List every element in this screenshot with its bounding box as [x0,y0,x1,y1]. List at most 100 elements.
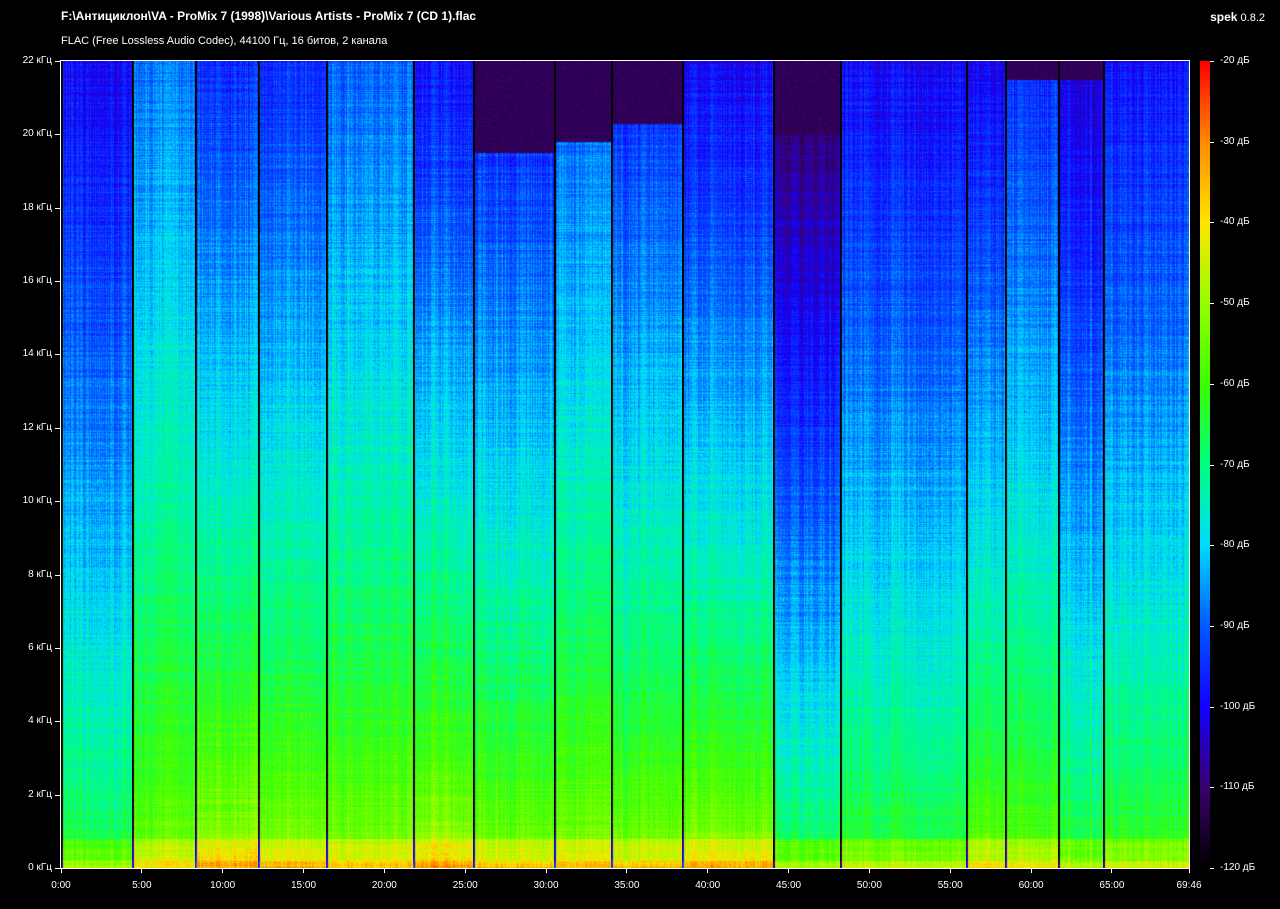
colorbar-tick-label: -40 дБ [1220,216,1250,228]
x-tick [60,868,62,873]
track-segment-11 [773,61,840,868]
y-tick [55,501,60,503]
colorbar-tick [1210,141,1214,143]
x-tick-label: 25:00 [452,880,478,891]
y-tick [55,868,60,869]
track-segment-6 [413,61,473,868]
app-version: 0.8.2 [1240,12,1265,24]
colorbar-tick-label: -20 дБ [1220,55,1250,66]
x-tick-label: 20:00 [371,880,397,891]
x-tick-label: 10:00 [210,880,236,891]
y-tick [55,61,60,62]
x-tick [626,868,628,873]
colorbar-tick-label: -80 дБ [1220,539,1250,551]
x-tick [222,868,224,873]
colorbar-tick-label: -60 дБ [1220,377,1250,389]
colorbar-tick-label: -110 дБ [1220,781,1255,793]
x-tick [383,868,385,873]
colorbar-tick-label: -50 дБ [1220,297,1250,309]
colorbar-tick [1210,625,1214,627]
file-path-title: F:\Антициклон\VA - ProMix 7 (1998)\Vario… [61,9,477,23]
x-tick [707,868,709,873]
track-segment-7 [473,61,554,868]
x-tick [303,868,305,873]
colorbar-tick-label: -30 дБ [1220,135,1250,147]
y-tick-label: 18 кГц [22,201,52,213]
x-tick-label: 50:00 [856,880,882,891]
colorbar-tick-label: -120 дБ [1220,862,1256,873]
colorbar-tick [1210,464,1214,466]
x-tick-label: 65:00 [1099,880,1125,891]
x-tick [1030,868,1032,873]
x-tick-label: 40:00 [695,880,721,891]
x-tick-label: 0:00 [51,880,71,891]
x-tick [868,868,870,873]
colorbar-tick-label: -70 дБ [1220,458,1250,470]
x-tick-label: 15:00 [291,880,317,891]
plot-border-top [60,60,1190,61]
y-tick-label: 0 кГц [28,862,52,873]
x-tick [141,868,143,873]
x-tick-label: 60:00 [1018,880,1044,891]
y-tick [55,427,60,429]
colorbar-tick [1210,383,1214,385]
y-tick-label: 10 кГц [22,495,52,507]
y-tick [55,281,60,283]
track-segment-12 [840,61,966,868]
colorbar-tick [1210,222,1214,224]
colorbar-tick [1210,787,1214,789]
y-tick-label: 16 кГц [22,275,52,287]
track-segment-5 [326,61,413,868]
colorbar-tick [1210,61,1214,62]
y-axis-line [60,61,61,869]
spectrogram-plot [61,61,1189,868]
y-tick-label: 12 кГц [22,421,52,433]
track-segment-10 [682,61,773,868]
y-tick-label: 22 кГц [22,55,52,66]
app-name: spek [1210,10,1238,24]
track-segment-8 [554,61,611,868]
y-tick-label: 6 кГц [28,641,52,653]
y-tick [55,647,60,649]
x-tick-label: 69:46 [1176,880,1202,891]
x-tick-label: 30:00 [533,880,559,891]
colorbar-tick-label: -100 дБ [1220,700,1256,712]
track-segment-16 [1103,61,1189,868]
track-segment-1 [61,61,132,868]
track-segment-14 [1005,61,1058,868]
y-tick-label: 4 кГц [28,715,52,727]
colorbar-tick-label: -90 дБ [1220,619,1250,631]
audio-format-info: FLAC (Free Lossless Audio Codec), 44100 … [61,35,388,47]
colorbar-tick [1210,303,1214,305]
y-tick-label: 20 кГц [22,128,52,140]
x-tick-label: 55:00 [937,880,963,891]
x-tick [1188,868,1190,873]
track-segment-15 [1058,61,1103,868]
y-tick-label: 8 кГц [28,568,52,580]
colorbar-tick [1210,706,1214,708]
app-brand: spek 0.8.2 [1210,10,1265,24]
track-segment-13 [966,61,1005,868]
x-tick-label: 35:00 [614,880,640,891]
y-tick [55,207,60,209]
y-tick [55,354,60,356]
y-tick [55,794,60,796]
x-tick [1111,868,1113,873]
plot-border-right [1189,60,1190,869]
track-segment-3 [195,61,258,868]
colorbar [1200,61,1210,868]
x-tick [464,868,466,873]
y-tick [55,574,60,576]
colorbar-tick [1210,545,1214,547]
track-segment-4 [258,61,326,868]
y-tick-label: 14 кГц [22,348,52,360]
x-tick [788,868,790,873]
track-segment-9 [611,61,682,868]
y-tick [55,134,60,136]
track-segment-2 [132,61,195,868]
x-tick-label: 45:00 [776,880,802,891]
x-tick [949,868,951,873]
x-tick-label: 5:00 [132,880,152,891]
x-tick [545,868,547,873]
y-tick-label: 2 кГц [28,788,52,800]
